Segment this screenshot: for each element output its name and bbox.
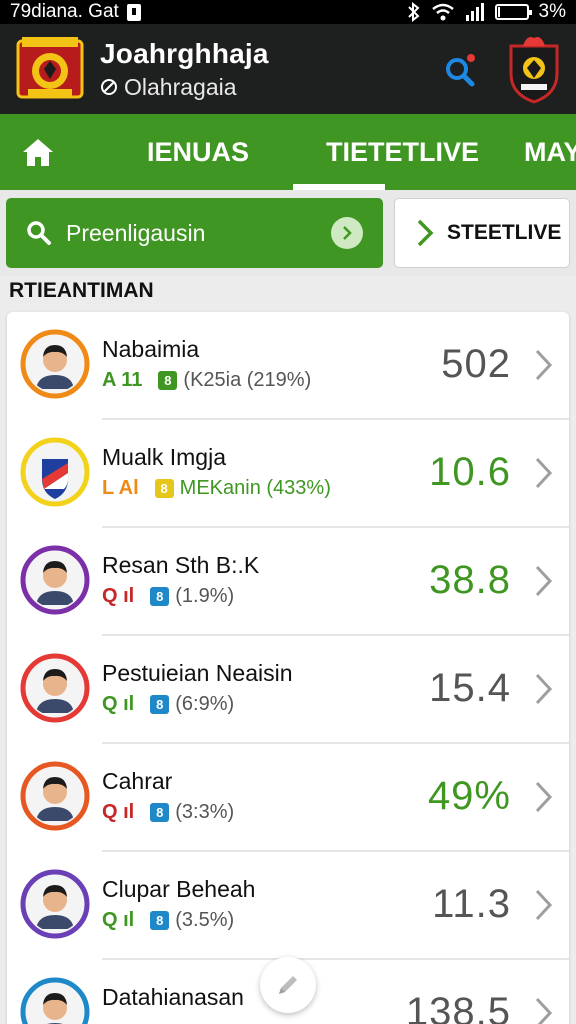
status-bar: 79diana. Gat 3% — [0, 0, 576, 24]
ranking-list: Nabaimia A 11 8 (K25ia (219%) 502 Mualk Imgja… — [7, 312, 569, 1024]
row-code: Q ıl — [102, 909, 135, 931]
list-item[interactable]: Mualk Imgja L Al 8 MEKanin (433%) 10.6 — [7, 420, 569, 528]
row-value: 38.8 — [429, 558, 511, 602]
row-detail: (3:3%) — [175, 801, 235, 823]
row-name: Mualk Imgja — [102, 444, 226, 470]
row-name: Pestuieian Neaisin — [102, 660, 293, 686]
athlete-avatar-icon — [20, 653, 90, 723]
row-code: Q ıl — [102, 693, 135, 715]
wifi-icon — [431, 3, 454, 21]
search-label: Preenligausin — [66, 219, 206, 246]
signal-icon — [465, 3, 484, 21]
row-value: 11.3 — [432, 882, 511, 926]
row-detail: (6:9%) — [175, 693, 235, 715]
list-item[interactable]: Pestuieian Neaisin Q ıl 8 (6:9%) 15.4 — [7, 636, 569, 744]
cricketer-avatar-icon — [20, 761, 90, 831]
search-go-button[interactable] — [331, 217, 363, 249]
tab-home[interactable] — [20, 114, 56, 190]
person-avatar-icon — [20, 329, 90, 399]
edit-fab[interactable] — [260, 957, 316, 1013]
tab-ienuas[interactable]: IENUAS — [147, 114, 249, 190]
live-button[interactable]: STEETLIVE — [394, 198, 570, 268]
tab-bar: IENUAS TIETETLIVE MAY — [0, 114, 576, 190]
search-icon — [27, 221, 51, 245]
chevron-right-icon — [535, 673, 553, 705]
row-name: Resan Sth B:.K — [102, 552, 260, 578]
row-code: Q ıl — [102, 585, 135, 607]
battery-icon — [494, 4, 532, 20]
row-badge: 8 — [150, 587, 170, 606]
status-carrier-text: 79diana. Gat — [10, 1, 119, 22]
app-subtitle: Olahragaia — [124, 73, 237, 100]
chevron-right-icon — [535, 457, 553, 489]
list-item[interactable]: Clupar Beheah Q ıl 8 (3.5%) 11.3 — [7, 852, 569, 960]
live-button-label: STEETLIVE — [447, 221, 562, 244]
row-value: 15.4 — [429, 666, 511, 710]
section-title: RTIEANTIMAN — [9, 279, 154, 302]
list-item[interactable]: Cahrar Q ıl 8 (3:3%) 49% — [7, 744, 569, 852]
row-badge: 8 — [154, 479, 174, 498]
row-badge: 8 — [150, 803, 170, 822]
no-sign-icon — [101, 79, 117, 95]
row-badge: 8 — [150, 911, 170, 930]
row-detail: (K25ia (219%) — [183, 369, 312, 391]
search-icon[interactable] — [440, 50, 480, 90]
battery-percent: 3% — [538, 1, 566, 22]
person-avatar-icon — [20, 977, 90, 1024]
chevron-right-icon — [343, 226, 352, 240]
chevron-right-icon — [535, 349, 553, 381]
bluetooth-icon — [407, 2, 420, 22]
person-avatar-icon — [20, 545, 90, 615]
chevron-right-icon — [417, 219, 434, 247]
row-code: L Al — [102, 477, 139, 499]
shield-avatar-icon — [20, 437, 90, 507]
app-title: Joahrghhaja — [100, 37, 269, 69]
row-name: Nabaimia — [102, 336, 200, 362]
home-icon — [23, 139, 53, 166]
batsman-avatar-icon — [20, 869, 90, 939]
chevron-right-icon — [535, 565, 553, 597]
row-detail: (3.5%) — [175, 909, 235, 931]
app-bar: Joahrghhaja Olahragaia — [0, 24, 576, 114]
edit-icon — [279, 976, 297, 994]
row-value: 49% — [427, 774, 511, 818]
row-badge: 8 — [150, 695, 170, 714]
row-badge: 8 — [158, 371, 178, 390]
chevron-right-icon — [535, 889, 553, 921]
search-button[interactable]: Preenligausin — [6, 198, 383, 268]
row-code: A 11 — [102, 369, 143, 391]
chevron-right-icon — [535, 781, 553, 813]
row-name: Clupar Beheah — [102, 876, 256, 902]
row-value: 138.5 — [405, 990, 511, 1024]
row-detail: (1.9%) — [175, 585, 235, 607]
row-code: Q ıl — [102, 801, 135, 823]
tab-tietetlive[interactable]: TIETETLIVE — [326, 114, 479, 190]
row-value: 502 — [441, 342, 511, 386]
chevron-right-icon — [535, 997, 553, 1024]
row-value: 10.6 — [429, 450, 511, 494]
list-item[interactable]: Nabaimia A 11 8 (K25ia (219%) 502 — [7, 312, 569, 420]
list-item[interactable]: Resan Sth B:.K Q ıl 8 (1.9%) 38.8 — [7, 528, 569, 636]
team-crest-icon[interactable] — [505, 34, 563, 104]
row-detail: MEKanin (433%) — [179, 477, 331, 499]
sim-card-icon — [126, 3, 141, 21]
row-name: Cahrar — [102, 768, 173, 794]
row-name: Datahianasan — [102, 984, 244, 1010]
club-logo-icon[interactable] — [14, 35, 86, 103]
search-row: Preenligausin STEETLIVE — [0, 190, 576, 276]
tab-may[interactable]: MAY — [524, 114, 576, 190]
